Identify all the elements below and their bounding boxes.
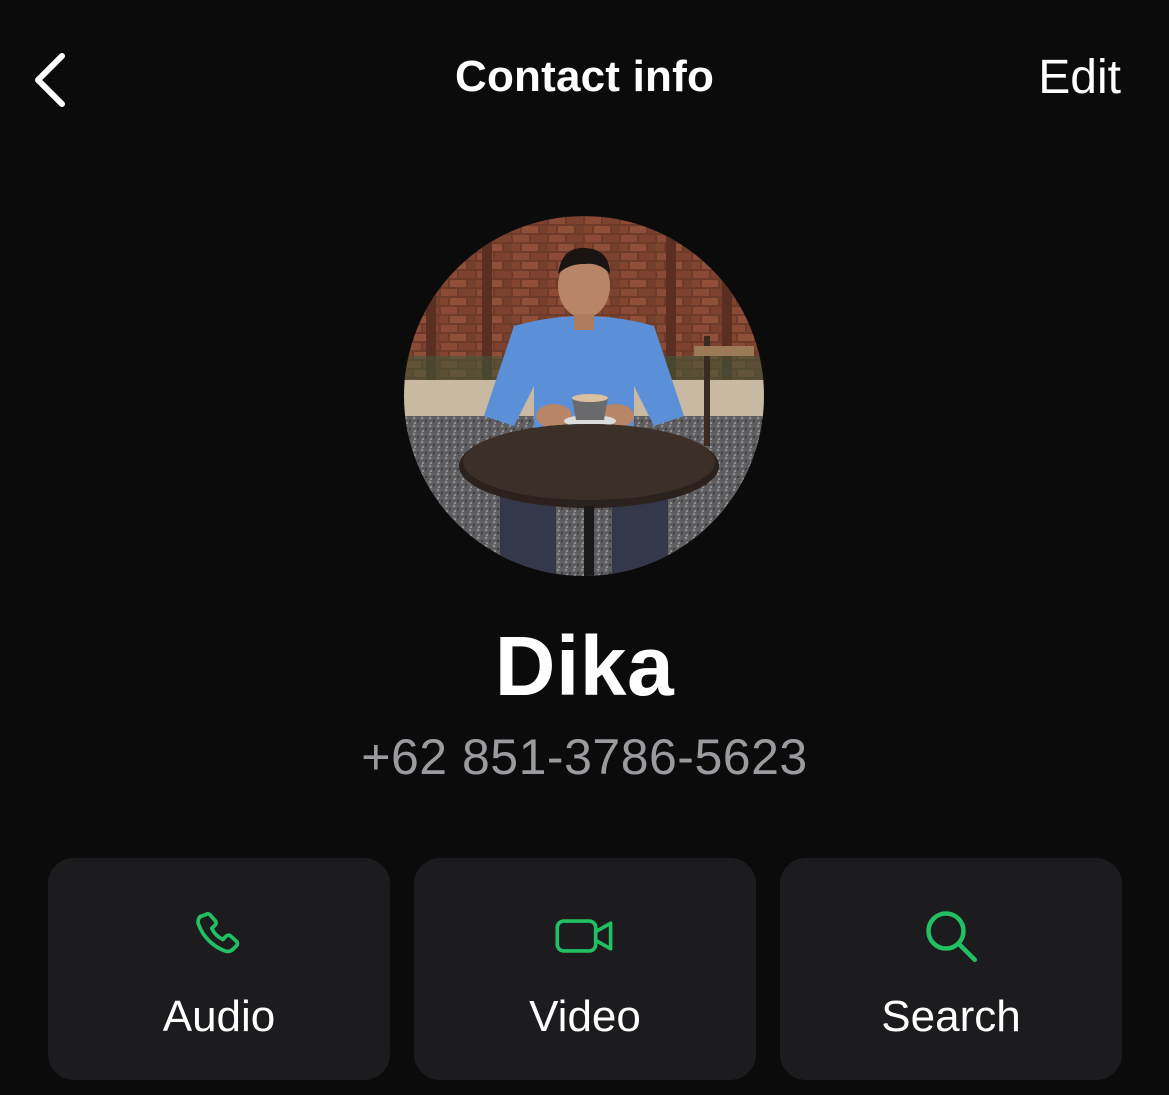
search-icon	[919, 904, 983, 968]
audio-label: Audio	[162, 992, 276, 1041]
navigation-bar: Contact info Edit	[0, 0, 1169, 160]
page-title: Contact info	[454, 52, 715, 101]
video-label: Video	[529, 992, 641, 1041]
profile-photo	[404, 216, 764, 576]
chevron-left-icon	[35, 53, 65, 107]
search-label: Search	[881, 992, 1021, 1041]
search-button[interactable]: Search	[780, 858, 1122, 1080]
contact-name: Dika	[494, 619, 675, 713]
contact-phone: +62 851-3786-5623	[361, 729, 808, 785]
avatar[interactable]	[404, 216, 764, 576]
phone-icon	[187, 904, 251, 968]
edit-button[interactable]: Edit	[1038, 50, 1121, 105]
video-camera-icon	[553, 904, 617, 968]
action-buttons: Audio Video Search	[48, 858, 1122, 1080]
video-call-button[interactable]: Video	[414, 858, 756, 1080]
audio-call-button[interactable]: Audio	[48, 858, 390, 1080]
back-button[interactable]	[18, 40, 82, 120]
